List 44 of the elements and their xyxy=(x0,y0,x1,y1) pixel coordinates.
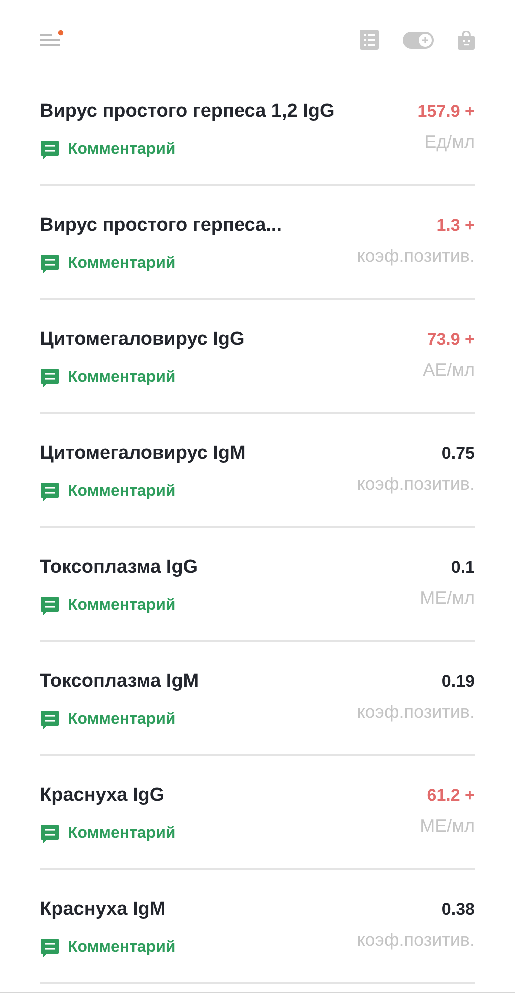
result-value: 0.38 xyxy=(440,899,475,921)
result-value: 0.1 xyxy=(450,557,475,579)
unit-label: коэф.позитив. xyxy=(357,473,475,496)
comment-link[interactable]: Комментарий xyxy=(40,708,176,732)
unit-label: АЕ/мл xyxy=(423,359,475,382)
comment-icon xyxy=(40,482,60,502)
comment-link[interactable]: Комментарий xyxy=(40,594,176,618)
comment-icon xyxy=(40,938,60,958)
unit-label: Ед/мл xyxy=(424,131,475,154)
comment-icon xyxy=(40,596,60,616)
test-name: Цитомегаловирус IgG xyxy=(40,328,245,352)
comment-link[interactable]: Комментарий xyxy=(40,366,176,390)
test-name: Вирус простого герпеса... xyxy=(40,214,282,238)
unit-label: МЕ/мл xyxy=(420,587,475,610)
result-value: 0.19 xyxy=(440,671,475,693)
bag-icon[interactable] xyxy=(458,30,475,50)
test-name: Краснуха IgG xyxy=(40,784,166,808)
comment-link[interactable]: Комментарий xyxy=(40,480,176,504)
comment-link[interactable]: Комментарий xyxy=(40,138,176,162)
test-name: Краснуха IgM xyxy=(40,898,167,922)
comment-link[interactable]: Комментарий xyxy=(40,252,176,276)
unit-label: коэф.позитив. xyxy=(357,245,475,268)
toggle-add-icon[interactable] xyxy=(403,32,434,48)
result-value: 61.2 + xyxy=(426,785,475,807)
comment-link[interactable]: Комментарий xyxy=(40,822,176,846)
result-value: 0.75 xyxy=(440,443,475,465)
comment-icon xyxy=(40,254,60,274)
comment-icon xyxy=(40,368,60,388)
unit-label: коэф.позитив. xyxy=(357,929,475,952)
test-name: Цитомегаловирус IgM xyxy=(40,442,246,466)
test-name: Токсоплазма IgM xyxy=(40,670,200,694)
comment-icon xyxy=(40,140,60,160)
result-value: 157.9 + xyxy=(418,101,475,123)
test-name: Токсоплазма IgG xyxy=(40,556,198,580)
unit-label: МЕ/мл xyxy=(420,815,475,838)
test-name: Вирус простого герпеса 1,2 IgG xyxy=(40,100,335,124)
comment-link[interactable]: Комментарий xyxy=(40,936,176,960)
comment-icon xyxy=(40,710,60,730)
comment-icon xyxy=(40,824,60,844)
unit-label: коэф.позитив. xyxy=(357,701,475,724)
list-icon[interactable] xyxy=(360,30,379,50)
menu-icon[interactable] xyxy=(40,30,64,48)
result-value: 73.9 + xyxy=(426,329,475,351)
result-value: 1.3 + xyxy=(436,215,475,237)
